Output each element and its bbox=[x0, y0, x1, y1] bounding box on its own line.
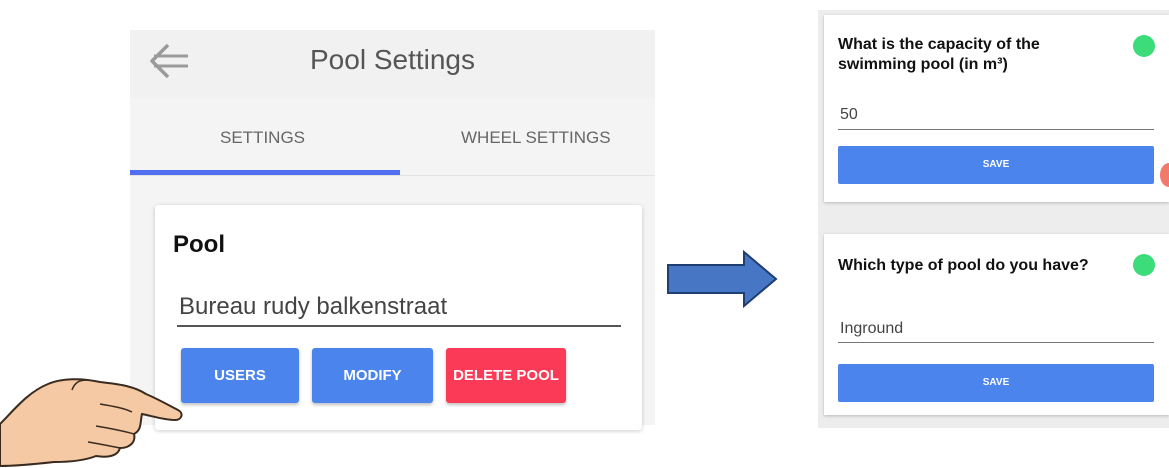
input-underline bbox=[838, 342, 1154, 343]
status-indicator bbox=[1133, 35, 1155, 57]
pool-card-title: Pool bbox=[173, 231, 225, 258]
save-button[interactable]: SAVE bbox=[838, 364, 1154, 402]
question-text: Which type of pool do you have? bbox=[838, 257, 1089, 274]
pool-type-input[interactable]: Inground bbox=[840, 320, 903, 338]
tab-wheel-settings[interactable]: WHEEL SETTINGS bbox=[461, 128, 611, 148]
pool-name-field[interactable]: Bureau rudy balkenstraat bbox=[179, 293, 447, 321]
modify-button[interactable]: MODIFY bbox=[312, 348, 433, 403]
pool-card: Pool Bureau rudy balkenstraat USERS MODI… bbox=[155, 205, 642, 430]
question-card: What is the capacity of the swimming poo… bbox=[824, 15, 1169, 202]
question-card: Which type of pool do you have? Inground… bbox=[824, 234, 1169, 415]
capacity-input[interactable]: 50 bbox=[840, 106, 858, 124]
pointing-hand-icon bbox=[0, 378, 183, 468]
question-text: What is the capacity of the swimming poo… bbox=[838, 36, 1040, 73]
right-arrow-icon bbox=[667, 250, 778, 308]
status-indicator bbox=[1133, 254, 1155, 276]
page-title: Pool Settings bbox=[310, 44, 475, 75]
app-header: Pool Settings bbox=[130, 30, 655, 98]
input-underline bbox=[838, 129, 1154, 130]
delete-pool-button[interactable]: DELETE POOL bbox=[446, 348, 566, 403]
tab-settings[interactable]: SETTINGS bbox=[220, 128, 305, 148]
tab-bar: SETTINGS WHEEL SETTINGS bbox=[130, 98, 655, 176]
active-tab-indicator bbox=[130, 170, 400, 175]
pool-questions-screen: What is the capacity of the swimming poo… bbox=[818, 10, 1169, 428]
save-button[interactable]: SAVE bbox=[838, 146, 1154, 184]
pool-name-underline bbox=[177, 325, 621, 327]
pool-settings-screen: Pool Settings SETTINGS WHEEL SETTINGS Po… bbox=[130, 30, 655, 430]
